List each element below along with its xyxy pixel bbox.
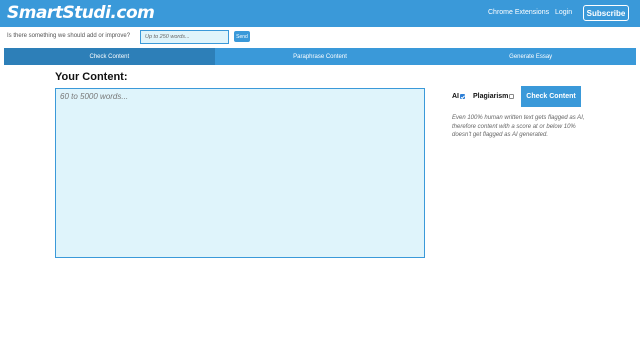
content-heading: Your Content: [55,71,128,83]
check-content-button[interactable]: Check Content [521,86,581,107]
feedback-input[interactable] [140,30,229,44]
tab-bar: Check Content Paraphrase Content Generat… [4,48,637,65]
send-button[interactable]: Send [234,31,250,42]
ai-score-note: Even 100% human written text gets flagge… [452,115,585,138]
ai-option[interactable]: AI [452,93,465,100]
feedback-question: Is there something we should add or impr… [7,33,131,39]
tab-generate-essay[interactable]: Generate Essay [425,48,637,65]
tab-paraphrase-content[interactable]: Paraphrase Content [214,48,426,65]
ai-label: AI [452,93,459,100]
subscribe-button[interactable]: Subscribe [583,5,629,21]
plagiarism-checkbox[interactable] [509,94,515,99]
login-link[interactable]: Login [555,9,572,16]
site-logo[interactable]: SmartStudi.com [7,3,155,23]
ai-checkbox[interactable] [460,94,465,99]
top-header: SmartStudi.com Chrome Extensions Login S… [0,0,640,27]
chrome-extensions-link[interactable]: Chrome Extensions [488,9,549,16]
content-textarea[interactable] [55,88,425,258]
tab-check-content[interactable]: Check Content [4,48,215,65]
plagiarism-option[interactable]: Plagiarism [473,93,515,100]
plagiarism-label: Plagiarism [473,93,509,100]
